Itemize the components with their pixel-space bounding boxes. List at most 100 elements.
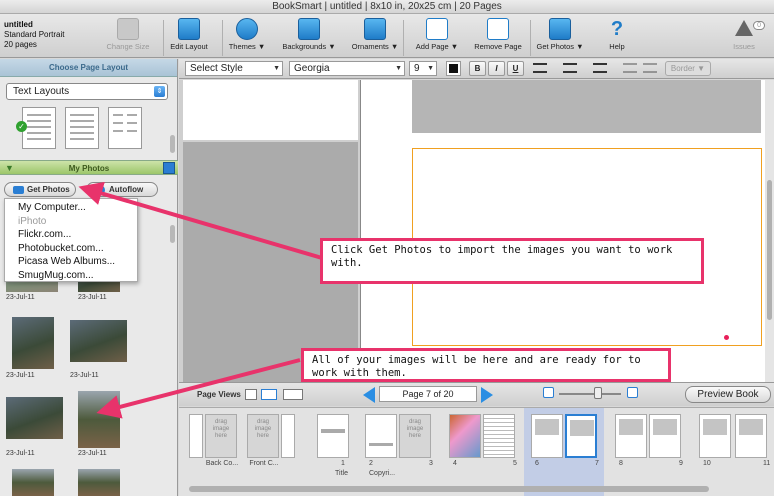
filmstrip-scrollbar[interactable] [189,486,709,492]
ornament-icon [364,18,386,40]
change-size-button[interactable]: Change Size [95,18,161,51]
page-11-thumb[interactable] [735,414,767,458]
photo-thumb[interactable] [6,397,63,439]
align-icon[interactable] [533,63,547,73]
page-title-label: Title [335,470,348,477]
page-number: 4 [453,460,457,467]
page-9-thumb[interactable] [649,414,681,458]
themes-button[interactable]: Themes ▼ [214,18,280,51]
menu-item-picasa[interactable]: Picasa Web Albums... [5,255,137,269]
page-number: 9 [679,460,683,467]
collapse-triangle-icon[interactable]: ▼ [5,161,14,176]
menu-item-flickr[interactable]: Flickr.com... [5,228,137,242]
menu-item-my-computer[interactable]: My Computer... [5,201,137,215]
photo-thumb[interactable] [12,469,54,496]
get-photos-button[interactable]: Get Photos [4,182,76,197]
edit-layout-button[interactable]: Edit Layout [156,18,222,51]
project-style: Standard Portrait [4,30,65,39]
frame-handle[interactable] [724,335,729,340]
menu-item-smugmug[interactable]: SmugMug.com... [5,269,137,283]
ornaments-button[interactable]: Ornaments ▼ [342,18,408,51]
bold-button[interactable]: B [469,61,486,76]
photo-date: 23-Jul-11 [6,372,35,379]
right-page[interactable] [360,80,765,382]
page-views-bar: Page Views Page 7 of 20 Preview Book [179,382,774,406]
page-3-thumb[interactable]: drag image here [399,414,431,458]
cover-spine-thumb[interactable] [281,414,295,458]
page-number: 2 [369,460,373,467]
layout-thumb-2[interactable] [65,107,99,149]
page-7-thumb[interactable] [565,414,597,458]
remove-page-icon [487,18,509,40]
autoflow-button[interactable]: Autoflow [86,182,158,197]
help-button[interactable]: ? Help [584,18,650,51]
canvas-scrollbar[interactable] [765,80,774,382]
add-page-icon [426,18,448,40]
next-page-arrow-icon[interactable] [481,387,493,403]
style-select[interactable]: Select Style ▼ [185,61,283,76]
outdent-icon[interactable] [643,63,657,73]
window-title: BookSmart | untitled | 8x10 in, 20x25 cm… [0,0,774,14]
backgrounds-button[interactable]: Backgrounds ▼ [276,18,342,51]
add-page-button[interactable]: Add Page ▼ [404,18,470,51]
spacing-icon[interactable] [593,63,607,73]
issues-button[interactable]: 0 Issues [711,18,774,51]
menu-item-photobucket[interactable]: Photobucket.com... [5,242,137,256]
page-number: 1 [341,460,345,467]
page-number: 5 [513,460,517,467]
front-cover-thumb[interactable]: drag image here [247,414,279,458]
zoom-out-icon[interactable] [543,387,554,398]
indent-icon[interactable] [623,63,637,73]
zoom-in-icon[interactable] [627,387,638,398]
photo-thumb[interactable] [78,469,120,496]
border-button[interactable]: Border ▼ [665,61,711,76]
image-placeholder-top[interactable] [412,80,761,133]
help-icon: ? [610,18,624,40]
project-name: untitled [4,20,33,29]
layout-scrollbar[interactable] [170,135,175,153]
left-page-top [183,80,358,140]
main-toolbar: untitled Standard Portrait 20 pages Chan… [0,14,774,58]
font-size-select[interactable]: 9 ▼ [409,61,437,76]
dropdown-arrow-icon: ▼ [427,65,434,72]
page-number: 11 [763,460,771,467]
photo-thumb[interactable] [70,320,127,362]
zoom-slider[interactable] [559,393,621,395]
italic-button[interactable]: I [488,61,505,76]
page-8-thumb[interactable] [615,414,647,458]
single-page-view-icon[interactable] [245,389,257,400]
photo-thumb[interactable] [78,391,120,448]
photo-date: 23-Jul-11 [6,450,35,457]
page-1-thumb[interactable] [317,414,349,458]
spread-view-icon[interactable] [261,389,277,400]
list-icon[interactable] [563,63,577,73]
layout-thumb-3[interactable] [108,107,142,149]
page-2-thumb[interactable] [365,414,397,458]
preview-book-button[interactable]: Preview Book [685,386,771,403]
thumb-label: Back Co... [205,460,239,467]
book-icon [117,18,139,40]
text-color-swatch[interactable] [446,61,461,76]
back-cover-thumb[interactable]: drag image here [205,414,237,458]
page-6-thumb[interactable] [531,414,563,458]
my-photos-header[interactable]: ▼ My Photos [0,160,178,175]
photo-thumb[interactable] [12,317,54,369]
zoom-slider-knob[interactable] [594,387,602,399]
layout-type-select[interactable]: Text Layouts ⇕ [6,83,168,100]
thumb-label: Front C... [249,460,279,467]
multi-page-view-icon[interactable] [283,389,303,400]
format-bar: Select Style ▼ Georgia ▼ 9 ▼ B I U Border ▼ [179,59,774,79]
photos-scrollbar[interactable] [170,225,175,243]
cover-spine-thumb[interactable] [189,414,203,458]
page-10-thumb[interactable] [699,414,731,458]
page-4-thumb[interactable] [449,414,481,458]
menu-item-iphoto: iPhoto [18,215,47,227]
page-5-thumb[interactable] [483,414,515,458]
font-select[interactable]: Georgia ▼ [289,61,405,76]
underline-button[interactable]: U [507,61,524,76]
remove-page-button[interactable]: Remove Page [465,18,531,51]
layout-thumb-1[interactable] [22,107,56,149]
photos-window-icon[interactable] [163,162,175,174]
previous-page-arrow-icon[interactable] [363,387,375,403]
page-canvas [179,80,774,382]
